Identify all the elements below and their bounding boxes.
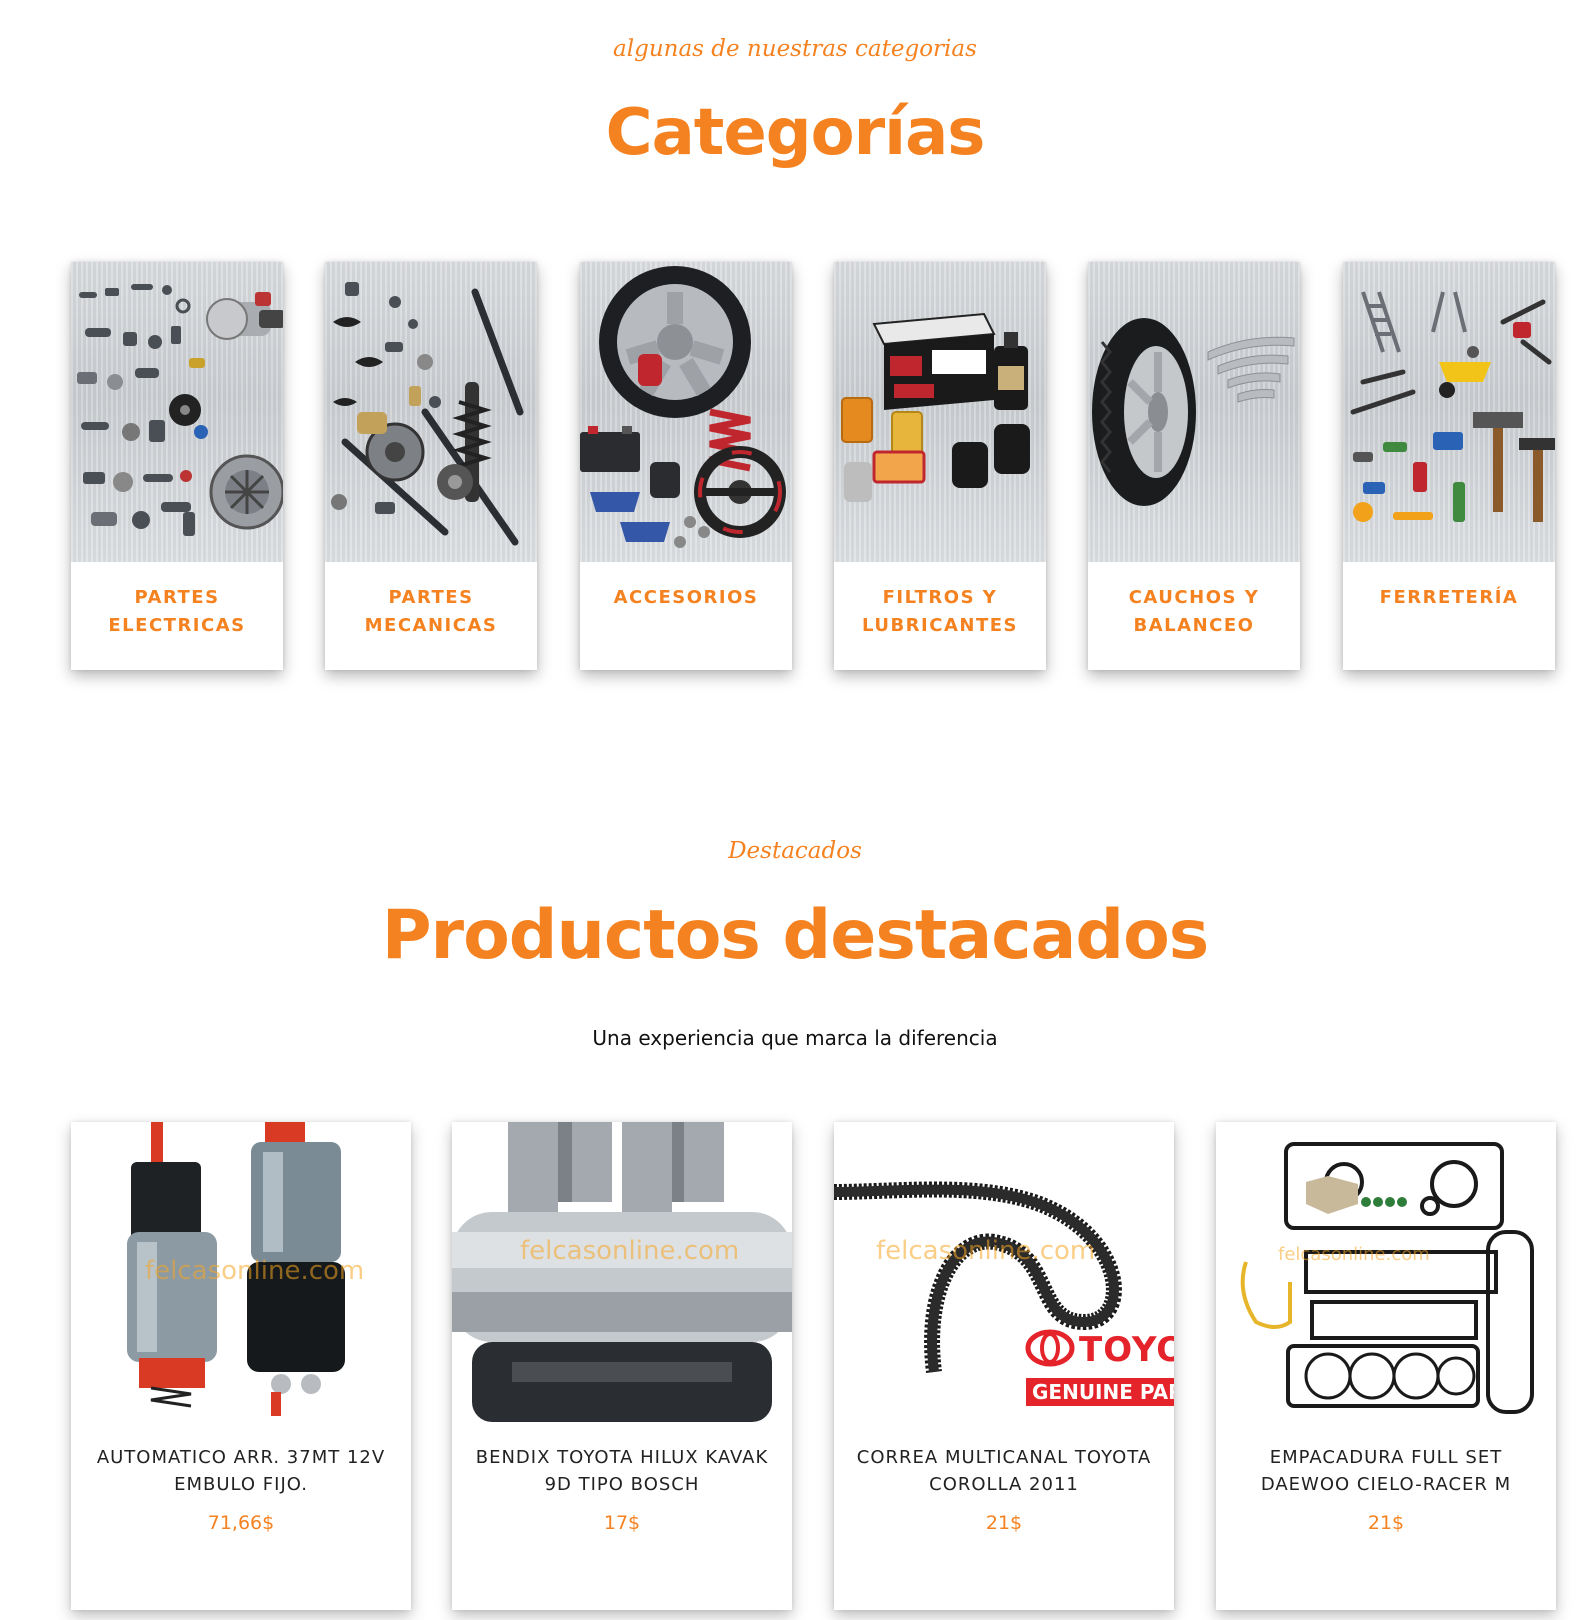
toyota-brand-text: TOYO [1079, 1330, 1174, 1370]
accessories-image[interactable] [580, 262, 792, 562]
genuine-parts-text: GENUINE PAR [1032, 1380, 1174, 1404]
category-card-cauchos-balanceo[interactable]: CAUCHOS Y BALANCEO [1088, 262, 1300, 670]
product-name[interactable]: AUTOMATICO ARR. 37MT 12V EMBULO FIJO. [85, 1444, 397, 1498]
categories-grid: PARTES ELECTRICAS PARTES MECANICAS ACCES… [71, 262, 1556, 670]
category-label[interactable]: FERRETERÍA [1351, 584, 1547, 612]
category-label[interactable]: FILTROS Y LUBRICANTES [842, 584, 1038, 640]
product-image-timing-belt[interactable]: TOYO GENUINE PAR felcasonline.com [834, 1122, 1174, 1422]
watermark-text: felcasonline.com [876, 1236, 1096, 1266]
category-card-accesorios[interactable]: ACCESORIOS [580, 262, 792, 670]
hardware-tools-image[interactable] [1343, 262, 1555, 562]
featured-title: Productos destacados [381, 896, 1210, 975]
category-label[interactable]: PARTES MECANICAS [333, 584, 529, 640]
mechanical-parts-image[interactable] [325, 262, 537, 562]
category-card-ferreteria[interactable]: FERRETERÍA [1343, 262, 1555, 670]
product-card[interactable]: felcasonline.com BENDIX TOYOTA HILUX KAV… [452, 1122, 792, 1610]
tires-balancing-image[interactable] [1088, 262, 1300, 562]
category-label[interactable]: CAUCHOS Y BALANCEO [1096, 584, 1292, 640]
featured-subtitle: Una experiencia que marca la diferencia [592, 1026, 998, 1050]
category-card-filtros-lubricantes[interactable]: FILTROS Y LUBRICANTES [834, 262, 1046, 670]
product-image-bendix[interactable]: felcasonline.com [452, 1122, 792, 1422]
categories-eyebrow: algunas de nuestras categorias [613, 36, 977, 62]
product-card[interactable]: felcasonline.com AUTOMATICO ARR. 37MT 12… [71, 1122, 411, 1610]
featured-eyebrow: Destacados [728, 838, 862, 864]
product-card[interactable]: TOYO GENUINE PAR felcasonline.com CORREA… [834, 1122, 1174, 1610]
product-price: 71,66$ [207, 1512, 275, 1534]
product-image-gasket-set[interactable]: felcasonline.com [1216, 1122, 1556, 1422]
category-card-partes-mecanicas[interactable]: PARTES MECANICAS [325, 262, 537, 670]
filters-lubricants-image[interactable] [834, 262, 1046, 562]
product-card[interactable]: felcasonline.com EMPACADURA FULL SET DAE… [1216, 1122, 1556, 1610]
product-name[interactable]: EMPACADURA FULL SET DAEWOO CIELO-RACER M [1230, 1444, 1542, 1498]
product-name[interactable]: CORREA MULTICANAL TOYOTA COROLLA 2011 [848, 1444, 1160, 1498]
category-label[interactable]: ACCESORIOS [588, 584, 784, 612]
product-name[interactable]: BENDIX TOYOTA HILUX KAVAK 9D TIPO BOSCH [466, 1444, 778, 1498]
product-price: 21$ [985, 1512, 1023, 1534]
watermark-text: felcasonline.com [520, 1236, 740, 1266]
product-price: 21$ [1367, 1512, 1405, 1534]
watermark-text: felcasonline.com [1278, 1244, 1430, 1265]
product-image-solenoid[interactable]: felcasonline.com [71, 1122, 411, 1422]
product-price: 17$ [603, 1512, 641, 1534]
featured-products-grid: felcasonline.com AUTOMATICO ARR. 37MT 12… [71, 1122, 1556, 1610]
electrical-parts-image[interactable] [71, 262, 283, 562]
watermark-text: felcasonline.com [145, 1256, 365, 1286]
category-card-partes-electricas[interactable]: PARTES ELECTRICAS [71, 262, 283, 670]
categories-title: Categorías [605, 96, 986, 170]
category-label[interactable]: PARTES ELECTRICAS [79, 584, 275, 640]
